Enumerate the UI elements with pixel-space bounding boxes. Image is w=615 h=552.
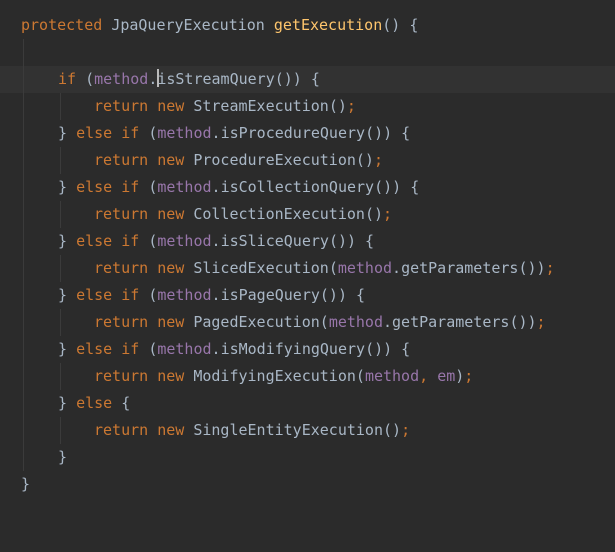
indent-guide: [60, 363, 61, 390]
indent-guide: [23, 147, 24, 174]
code-line[interactable]: protected JpaQueryExecution getExecution…: [0, 12, 615, 39]
indent-guide: [23, 228, 24, 255]
code-text: } else if (method.isSliceQuery()) {: [58, 232, 375, 250]
code-text: return new StreamExecution();: [94, 97, 356, 115]
indent-guide: [60, 309, 61, 336]
code-editor[interactable]: protected JpaQueryExecution getExecution…: [0, 0, 615, 518]
indent-guide: [60, 201, 61, 228]
code-text: } else if (method.isProcedureQuery()) {: [58, 124, 411, 142]
indent-guide: [60, 417, 61, 444]
indent-guide: [23, 363, 24, 390]
code-line[interactable]: }: [0, 444, 615, 471]
indent-guide: [23, 174, 24, 201]
indent-guide: [23, 390, 24, 417]
code-line[interactable]: } else if (method.isSliceQuery()) {: [0, 228, 615, 255]
indent-guide: [60, 255, 61, 282]
indent-guide: [23, 417, 24, 444]
code-text: return new SlicedExecution(method.getPar…: [94, 259, 555, 277]
code-line[interactable]: } else {: [0, 390, 615, 417]
code-line[interactable]: } else if (method.isPageQuery()) {: [0, 282, 615, 309]
indent-guide: [23, 336, 24, 363]
code-text: return new CollectionExecution();: [94, 205, 393, 223]
indent-guide: [23, 39, 24, 66]
code-line[interactable]: return new ModifyingExecution(method, em…: [0, 363, 615, 390]
indent-guide: [60, 147, 61, 174]
code-line[interactable]: return new StreamExecution();: [0, 93, 615, 120]
code-line[interactable]: } else if (method.isModifyingQuery()) {: [0, 336, 615, 363]
indent-guide: [23, 93, 24, 120]
indent-guide: [23, 282, 24, 309]
code-line[interactable]: [0, 39, 615, 66]
code-text: return new ModifyingExecution(method, em…: [94, 367, 474, 385]
code-text: }: [58, 448, 68, 466]
code-line-current[interactable]: if (method.isStreamQuery()) {: [0, 66, 615, 93]
indent-guide: [60, 93, 61, 120]
code-text: } else if (method.isModifyingQuery()) {: [58, 340, 411, 358]
code-text: } else {: [58, 394, 131, 412]
code-line[interactable]: return new SlicedExecution(method.getPar…: [0, 255, 615, 282]
code-text: return new SingleEntityExecution();: [94, 421, 411, 439]
code-line[interactable]: }: [0, 471, 615, 498]
code-text: protected JpaQueryExecution getExecution…: [21, 16, 419, 34]
code-text: return new PagedExecution(method.getPara…: [94, 313, 546, 331]
code-text: } else if (method.isCollectionQuery()) {: [58, 178, 420, 196]
indent-guide: [23, 120, 24, 147]
code-line[interactable]: return new SingleEntityExecution();: [0, 417, 615, 444]
code-line[interactable]: } else if (method.isCollectionQuery()) {: [0, 174, 615, 201]
code-line[interactable]: } else if (method.isProcedureQuery()) {: [0, 120, 615, 147]
indent-guide: [23, 309, 24, 336]
code-line[interactable]: return new CollectionExecution();: [0, 201, 615, 228]
indent-guide: [23, 66, 24, 93]
code-text: } else if (method.isPageQuery()) {: [58, 286, 366, 304]
code-text: return new ProcedureExecution();: [94, 151, 383, 169]
code-line[interactable]: return new ProcedureExecution();: [0, 147, 615, 174]
code-text: }: [21, 475, 31, 493]
indent-guide: [23, 201, 24, 228]
code-line[interactable]: return new PagedExecution(method.getPara…: [0, 309, 615, 336]
indent-guide: [23, 444, 24, 471]
indent-guide: [23, 255, 24, 282]
code-text: if (method.isStreamQuery()) {: [58, 69, 320, 88]
